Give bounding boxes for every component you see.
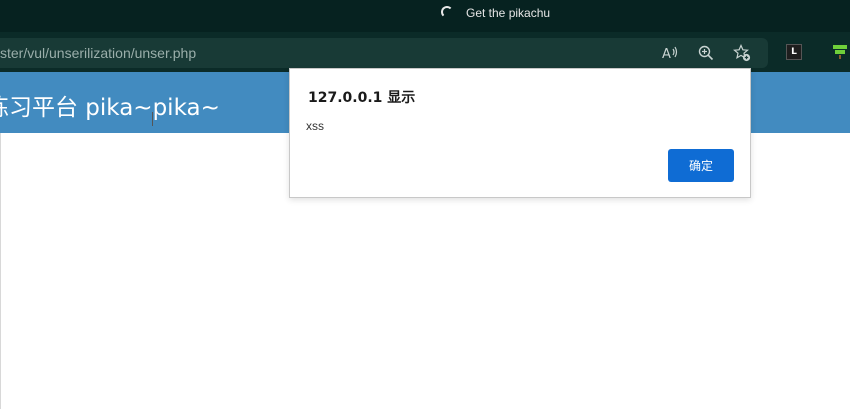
dialog-message: xss bbox=[306, 119, 324, 133]
read-aloud-icon[interactable]: A bbox=[660, 43, 680, 63]
zoom-icon[interactable] bbox=[696, 43, 716, 63]
page-title: 练习平台 pika~pika~ bbox=[0, 95, 220, 121]
browser-titlebar: Get the pikachu bbox=[0, 0, 850, 32]
browser-toolbar: ster/vul/unserilization/unser.php A L bbox=[0, 32, 850, 72]
add-favorite-icon[interactable] bbox=[732, 43, 752, 63]
tab-title[interactable]: Get the pikachu bbox=[466, 6, 550, 20]
dialog-title: 127.0.0.1 显示 bbox=[308, 90, 416, 106]
extension-l-icon[interactable]: L bbox=[786, 44, 802, 60]
text-cursor bbox=[152, 112, 153, 126]
extension-tree-icon[interactable] bbox=[832, 44, 848, 60]
address-bar[interactable]: ster/vul/unserilization/unser.php A bbox=[0, 38, 768, 68]
ok-button[interactable]: 确定 bbox=[668, 149, 734, 182]
loading-spinner-icon bbox=[441, 6, 453, 18]
svg-text:A: A bbox=[662, 47, 671, 61]
address-url[interactable]: ster/vul/unserilization/unser.php bbox=[0, 45, 196, 61]
alert-dialog: 127.0.0.1 显示 xss 确定 bbox=[289, 68, 751, 198]
